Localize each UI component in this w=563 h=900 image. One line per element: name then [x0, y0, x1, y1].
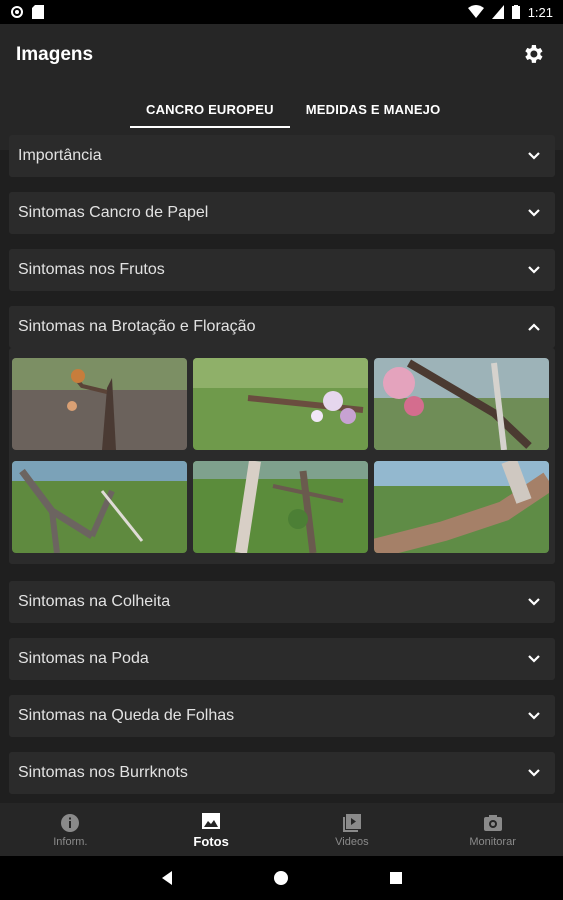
section-label: Sintomas Cancro de Papel [18, 204, 209, 221]
chevron-down-icon [528, 152, 540, 160]
page-title: Imagens [16, 44, 94, 65]
section-sintomas-frutos[interactable]: Sintomas nos Frutos [9, 249, 555, 291]
back-icon[interactable] [159, 870, 175, 886]
home-icon[interactable] [273, 870, 289, 886]
signal-icon [491, 5, 504, 19]
photo-thumbnail[interactable] [12, 358, 187, 450]
sd-card-icon [32, 5, 44, 19]
tab-cancro-europeu[interactable]: CANCRO EUROPEU [130, 92, 290, 128]
section-importancia[interactable]: Importância [9, 135, 555, 177]
section-colheita[interactable]: Sintomas na Colheita [9, 581, 555, 623]
section-label: Sintomas nos Burrknots [18, 764, 188, 781]
photo-thumbnail[interactable] [374, 358, 549, 450]
chevron-down-icon [528, 598, 540, 606]
image-icon [202, 813, 221, 829]
info-icon [61, 813, 80, 832]
record-icon [11, 6, 23, 18]
photo-thumbnail[interactable] [12, 461, 187, 553]
nav-label: Videos [335, 835, 369, 848]
section-label: Sintomas na Poda [18, 650, 149, 667]
section-cancro-de-papel[interactable]: Sintomas Cancro de Papel [9, 192, 555, 234]
photo-thumbnail[interactable] [193, 358, 368, 450]
section-label: Sintomas na Colheita [18, 593, 171, 610]
photo-thumbnail[interactable] [193, 461, 368, 553]
battery-icon [511, 5, 520, 19]
recents-icon[interactable] [388, 870, 404, 886]
chevron-down-icon [528, 655, 540, 663]
chevron-down-icon [528, 769, 540, 777]
chevron-down-icon [528, 266, 540, 274]
camera-icon [483, 814, 502, 831]
chevron-up-icon [528, 323, 540, 331]
nav-fotos[interactable]: Fotos [141, 803, 282, 856]
nav-monitorar[interactable]: Monitorar [422, 803, 563, 856]
system-navigation-bar [0, 856, 563, 900]
photo-thumbnail[interactable] [374, 461, 549, 553]
nav-label: Inform. [53, 835, 88, 848]
wifi-icon [467, 5, 484, 18]
video-library-icon [342, 813, 361, 832]
gear-icon[interactable] [521, 42, 545, 66]
nav-videos[interactable]: Videos [282, 803, 423, 856]
status-time: 1:21 [527, 4, 553, 20]
section-burrknots[interactable]: Sintomas nos Burrknots [9, 752, 555, 794]
sections-list: Importância Sintomas Cancro de Papel Sin… [0, 128, 563, 804]
section-brotacao-floracao[interactable]: Sintomas na Brotação e Floração [9, 306, 555, 348]
chevron-down-icon [528, 712, 540, 720]
section-label: Importância [18, 147, 102, 164]
nav-label: Fotos [193, 834, 229, 849]
status-bar: 1:21 [0, 0, 563, 24]
tab-bar: CANCRO EUROPEU MEDIDAS E MANEJO [130, 92, 457, 128]
image-grid [9, 348, 555, 564]
nav-inform[interactable]: Inform. [0, 803, 141, 856]
nav-label: Monitorar [469, 835, 516, 848]
tab-medidas-e-manejo[interactable]: MEDIDAS E MANEJO [290, 92, 457, 126]
section-label: Sintomas na Brotação e Floração [18, 318, 256, 335]
section-label: Sintomas na Queda de Folhas [18, 707, 235, 724]
section-queda-de-folhas[interactable]: Sintomas na Queda de Folhas [9, 695, 555, 737]
bottom-navigation: Inform. Fotos Videos Monitorar [0, 803, 563, 856]
section-label: Sintomas nos Frutos [18, 261, 165, 278]
section-poda[interactable]: Sintomas na Poda [9, 638, 555, 680]
chevron-down-icon [528, 209, 540, 217]
